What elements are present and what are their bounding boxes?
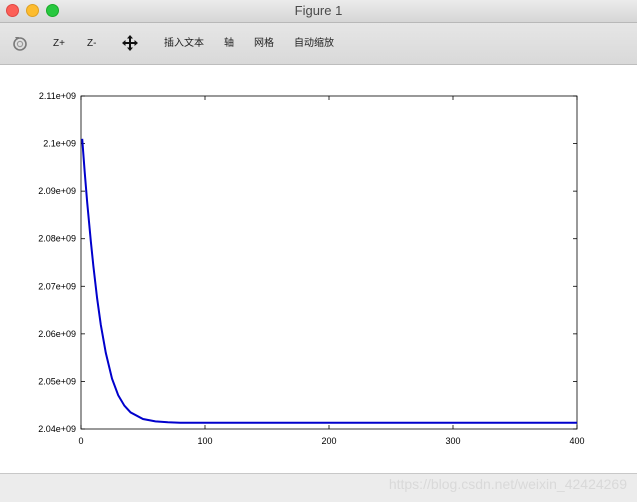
zoom-out-button[interactable]: Z- bbox=[87, 23, 96, 64]
autoscale-button[interactable]: 自动缩放 bbox=[294, 23, 334, 64]
x-tick-label: 200 bbox=[321, 436, 336, 446]
y-tick-label: 2.04e+09 bbox=[38, 424, 76, 434]
y-tick-label: 2.08e+09 bbox=[38, 234, 76, 244]
watermark: https://blog.csdn.net/weixin_42424269 bbox=[388, 476, 627, 492]
line-chart[interactable]: 0 100 200 300 400 2.04e+09 2.05e+09 2.06e+09 2.0… bbox=[0, 65, 637, 473]
axis-button[interactable]: 轴 bbox=[224, 23, 234, 64]
y-tick-label: 2.05e+09 bbox=[38, 376, 76, 386]
x-tick-label: 0 bbox=[78, 436, 83, 446]
plot-area[interactable]: 0 100 200 300 400 2.04e+09 2.05e+09 2.06e+09 2.0… bbox=[0, 65, 637, 473]
x-tick-label: 400 bbox=[569, 436, 584, 446]
grid-button[interactable]: 网格 bbox=[254, 23, 274, 64]
series-line bbox=[81, 138, 577, 424]
title-bar: Figure 1 bbox=[0, 0, 637, 23]
y-tick-label: 2.1e+09 bbox=[43, 139, 76, 149]
zoom-in-button[interactable]: Z+ bbox=[53, 23, 65, 64]
axes-frame bbox=[80, 95, 578, 430]
y-tick-label: 2.11e+09 bbox=[39, 91, 76, 101]
status-bar: https://blog.csdn.net/weixin_42424269 bbox=[0, 473, 637, 502]
rotate-icon[interactable] bbox=[11, 34, 29, 57]
y-tick-label: 2.09e+09 bbox=[38, 186, 76, 196]
x-tick-label: 100 bbox=[197, 436, 212, 446]
y-tick-label: 2.06e+09 bbox=[38, 329, 76, 339]
insert-text-button[interactable]: 插入文本 bbox=[164, 23, 204, 64]
pan-arrows-icon[interactable] bbox=[121, 34, 139, 57]
figure-toolbar: Z+ Z- 插入文本 轴 网格 自动缩放 bbox=[0, 23, 637, 65]
y-tick-label: 2.07e+09 bbox=[38, 281, 76, 291]
x-tick-label: 300 bbox=[445, 436, 460, 446]
window-title: Figure 1 bbox=[294, 3, 343, 18]
